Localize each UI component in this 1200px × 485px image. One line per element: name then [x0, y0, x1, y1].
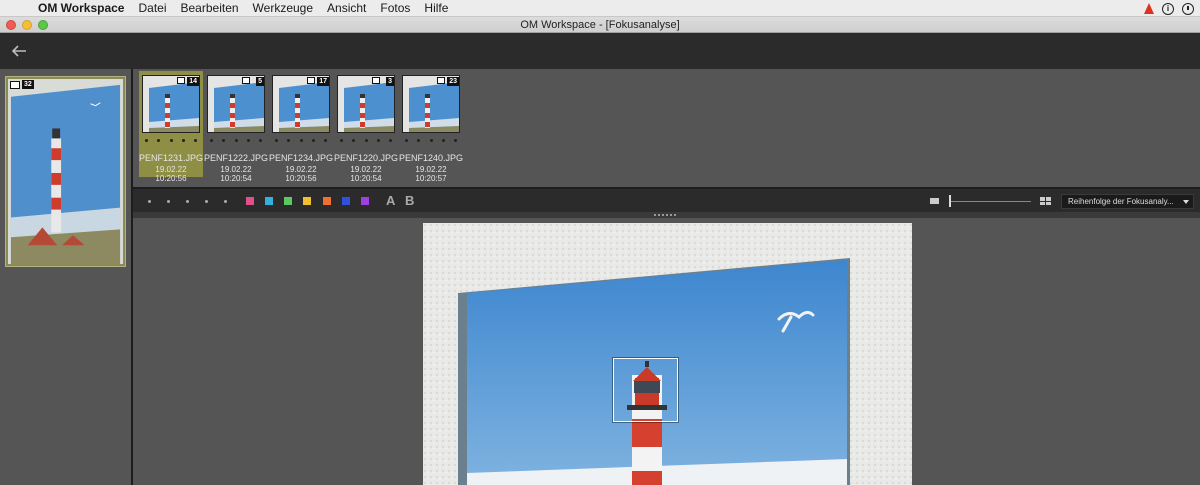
- lighthouse-photo: [423, 223, 912, 485]
- rating-dot-5[interactable]: [224, 200, 227, 203]
- thumbnail-date: 19.02.22 10:20:57: [415, 165, 447, 183]
- main-viewer: [133, 218, 1200, 485]
- color-label-3[interactable]: [284, 197, 292, 205]
- thumbnail-date: 19.02.22 10:20:54: [220, 165, 252, 183]
- label-a-button[interactable]: A: [386, 193, 395, 208]
- filmstrip: 14 PENF1231.JPG 19.02.22 10:20:56 5 PENF…: [133, 69, 1200, 187]
- stack-icon: [10, 81, 20, 89]
- menubar: OM Workspace Datei Bearbeiten Werkzeuge …: [0, 0, 1200, 17]
- color-label-2[interactable]: [265, 197, 273, 205]
- menu-werkzeuge[interactable]: Werkzeuge: [253, 1, 313, 15]
- focus-area-box: [613, 358, 678, 422]
- rating-dots: [210, 139, 262, 142]
- filmstrip-thumbnail[interactable]: 14 PENF1231.JPG 19.02.22 10:20:56: [139, 71, 204, 183]
- window-controls: [6, 20, 48, 30]
- back-button[interactable]: [9, 41, 29, 61]
- thumbnail-date: 19.02.22 10:20:56: [285, 165, 317, 183]
- main-photo[interactable]: [423, 223, 912, 485]
- arrow-left-icon: [11, 45, 26, 57]
- stack-count-badge: 17: [317, 77, 329, 86]
- filmstrip-thumbnail[interactable]: 23 PENF1240.JPG 19.02.22 10:20:57: [399, 71, 464, 183]
- rating-dot-2[interactable]: [167, 200, 170, 203]
- sort-order-label: Reihenfolge der Fokusanaly...: [1068, 197, 1174, 206]
- stack-count-badge: 23: [447, 77, 459, 86]
- thumbnail-filename: PENF1220.JPG: [334, 153, 399, 163]
- rating-dots: [275, 139, 327, 142]
- rating-dots: [405, 139, 457, 142]
- color-label-1[interactable]: [246, 197, 254, 205]
- window-titlebar: OM Workspace - [Fokusanalyse]: [0, 17, 1200, 33]
- filmstrip-thumbnail[interactable]: 5 PENF1222.JPG 19.02.22 10:20:54: [204, 71, 269, 183]
- menu-ansicht[interactable]: Ansicht: [327, 1, 366, 15]
- app-name-menu[interactable]: OM Workspace: [38, 1, 124, 15]
- grid-size-icon[interactable]: [1040, 197, 1051, 205]
- menu-datei[interactable]: Datei: [138, 1, 166, 15]
- lighthouse-photo-thumbnail: [8, 79, 123, 265]
- rating-dots: [340, 139, 392, 142]
- close-window-button[interactable]: [6, 20, 16, 30]
- chevron-down-icon: [1183, 200, 1189, 204]
- stack-icon: [242, 77, 250, 84]
- color-label-6[interactable]: [342, 197, 350, 205]
- minimize-window-button[interactable]: [22, 20, 32, 30]
- filmstrip-thumbnail[interactable]: 3 PENF1220.JPG 19.02.22 10:20:54: [334, 71, 399, 183]
- thumbnail-filename: PENF1222.JPG: [204, 153, 269, 163]
- rating-dots: [145, 139, 197, 142]
- color-label-4[interactable]: [303, 197, 311, 205]
- thumbnail-filename: PENF1240.JPG: [399, 153, 464, 163]
- menubar-status-area: i: [1144, 0, 1194, 17]
- info-circle-icon[interactable]: i: [1162, 2, 1174, 15]
- color-label-5[interactable]: [323, 197, 331, 205]
- menu-hilfe[interactable]: Hilfe: [424, 1, 448, 15]
- filter-bar: A B Reihenfolge der Fokusanaly...: [133, 187, 1200, 212]
- label-b-button[interactable]: B: [405, 193, 414, 208]
- clock-icon[interactable]: [1182, 2, 1194, 15]
- stack-count-badge: 14: [187, 77, 199, 86]
- zoom-window-button[interactable]: [38, 20, 48, 30]
- stack-icon: [177, 77, 185, 84]
- thumbnail-date: 19.02.22 10:20:56: [155, 165, 187, 183]
- stack-count-badge: 32: [22, 80, 34, 89]
- filmstrip-thumbnail[interactable]: 17 PENF1234.JPG 19.02.22 10:20:56: [269, 71, 334, 183]
- small-size-icon[interactable]: [930, 198, 939, 204]
- sort-order-select[interactable]: Reihenfolge der Fokusanaly...: [1061, 194, 1194, 209]
- window-title: OM Workspace - [Fokusanalyse]: [520, 19, 680, 31]
- rating-dot-4[interactable]: [205, 200, 208, 203]
- left-panel: 32: [0, 69, 133, 485]
- grip-icon: [654, 214, 678, 216]
- stack-icon: [372, 77, 380, 84]
- menu-fotos[interactable]: Fotos: [380, 1, 410, 15]
- color-label-7[interactable]: [361, 197, 369, 205]
- stack-count-badge: 5: [256, 77, 264, 86]
- thumbnail-filename: PENF1234.JPG: [269, 153, 334, 163]
- thumbnail-filename: PENF1231.JPG: [139, 153, 204, 163]
- stack-icon: [307, 77, 315, 84]
- stack-count-badge: 3: [386, 77, 394, 86]
- toolbar: [0, 33, 1200, 69]
- warning-triangle-icon[interactable]: [1144, 3, 1154, 14]
- stack-thumbnail[interactable]: 32: [5, 76, 126, 267]
- rating-dot-3[interactable]: [186, 200, 189, 203]
- stack-icon: [437, 77, 445, 84]
- slider-handle[interactable]: [949, 195, 951, 207]
- thumbnail-size-slider[interactable]: [949, 201, 1031, 202]
- thumbnail-date: 19.02.22 10:20:54: [350, 165, 382, 183]
- rating-dot-1[interactable]: [148, 200, 151, 203]
- app-window: OM Workspace Datei Bearbeiten Werkzeuge …: [0, 0, 1200, 485]
- menu-bearbeiten[interactable]: Bearbeiten: [181, 1, 239, 15]
